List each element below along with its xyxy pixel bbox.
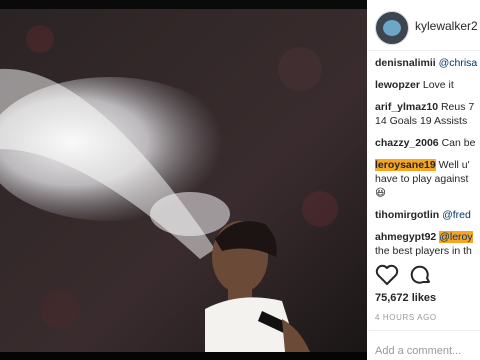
- add-comment-input[interactable]: Add a comment...: [375, 345, 461, 357]
- comment: ahmegypt92 @leroy: [375, 230, 473, 244]
- comment: tihomirgotlin @fred: [375, 208, 471, 222]
- comment-continuation: 14 Goals 19 Assists: [375, 115, 468, 127]
- comment-text[interactable]: @chrisa: [439, 57, 478, 69]
- comment-icon[interactable]: [409, 264, 433, 286]
- photo-artwork: [0, 9, 367, 352]
- comment-continuation: the best players in th: [375, 245, 472, 257]
- comment-text: Reus 7: [440, 101, 475, 113]
- comment: lewopzer Love it: [375, 78, 454, 92]
- comment-continuation: have to play against: [375, 173, 469, 185]
- bottom-black-bar: [0, 352, 367, 360]
- post-photo[interactable]: [0, 9, 367, 352]
- likes-count[interactable]: 75,672 likes: [375, 292, 436, 304]
- comment-user[interactable]: chazzy_2006: [375, 137, 439, 149]
- heart-icon[interactable]: [375, 264, 399, 286]
- comment-text: Love it: [422, 79, 454, 91]
- comment-user-highlighted[interactable]: leroysane19: [375, 159, 436, 171]
- comment-mention-highlighted[interactable]: @leroy: [439, 231, 473, 243]
- comment-text: Well u': [438, 159, 470, 171]
- comment-emoji: 😆: [375, 187, 386, 199]
- comment-user[interactable]: ahmegypt92: [375, 231, 436, 243]
- post-actions: [375, 264, 480, 288]
- post-header: kylewalker2: [367, 0, 480, 51]
- comment-user[interactable]: denisnalimii: [375, 57, 436, 69]
- comment: chazzy_2006 Can be: [375, 136, 475, 150]
- comment-user[interactable]: lewopzer: [375, 79, 420, 91]
- comment-user[interactable]: tihomirgotlin: [375, 209, 439, 221]
- divider: [367, 330, 480, 331]
- comment-text: Can be: [441, 137, 476, 149]
- profile-avatar-icon[interactable]: [375, 11, 409, 45]
- post-side-panel: kylewalker2 denisnalimii @chrisa lewopze…: [367, 0, 480, 360]
- comment-user[interactable]: arif_ylmaz10: [375, 101, 438, 113]
- comment: denisnalimii @chrisa: [375, 56, 477, 70]
- post-username[interactable]: kylewalker2: [415, 19, 478, 33]
- comment: leroysane19 Well u': [375, 158, 470, 172]
- comment: arif_ylmaz10 Reus 7: [375, 100, 474, 114]
- post-timestamp: 4 HOURS AGO: [375, 313, 437, 322]
- comment-text[interactable]: @fred: [442, 209, 471, 221]
